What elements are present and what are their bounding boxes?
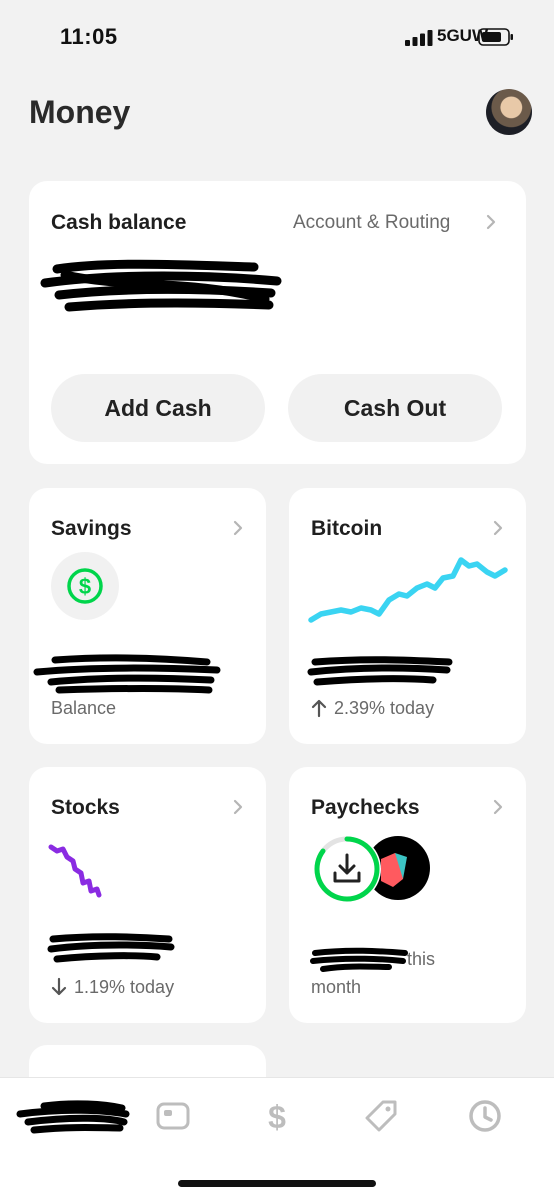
redacted-paychecks-scribble	[310, 947, 408, 972]
redacted-savings-scribble	[33, 654, 221, 694]
signal-icon	[405, 30, 433, 46]
paychecks-card[interactable]: Paychecks this month	[289, 767, 526, 1023]
bitcoin-sparkline	[308, 557, 508, 623]
paychecks-caption-month: month	[311, 977, 362, 997]
card-icon[interactable]	[155, 1098, 191, 1134]
status-time: 11:05	[60, 24, 118, 49]
chevron-right-icon	[233, 520, 243, 536]
stocks-title: Stocks	[51, 796, 120, 819]
stocks-card[interactable]: Stocks 1.19% today	[29, 767, 266, 1023]
avatar[interactable]	[486, 89, 532, 135]
chevron-right-icon	[486, 214, 496, 230]
cash-balance-card[interactable]: Cash balance Account & Routing Add Cash …	[29, 181, 526, 464]
bitcoin-title: Bitcoin	[311, 517, 383, 540]
stocks-change: 1.19% today	[74, 977, 175, 997]
savings-card[interactable]: Savings $ Balance	[29, 488, 266, 744]
redacted-stocks-scribble	[47, 933, 175, 963]
savings-dollar-icon: $	[51, 552, 119, 620]
account-routing-link[interactable]: Account & Routing	[293, 212, 450, 234]
redacted-balance-scribble	[40, 259, 282, 312]
stocks-sparkline	[48, 844, 102, 898]
cash-out-button[interactable]: Cash Out	[288, 374, 502, 442]
svg-text:$: $	[79, 574, 91, 599]
paychecks-caption-this: this	[407, 949, 436, 969]
arrow-up-icon	[311, 699, 327, 718]
chevron-right-icon	[493, 520, 503, 536]
bitcoin-card[interactable]: Bitcoin 2.39% today	[289, 488, 526, 744]
paychecks-title: Paychecks	[311, 796, 420, 819]
clock-icon[interactable]	[467, 1098, 503, 1134]
paycheck-download-icon	[313, 835, 381, 903]
dollar-icon[interactable]: $	[259, 1098, 295, 1134]
redacted-bitcoin-scribble	[307, 656, 453, 686]
arrow-down-icon	[51, 977, 67, 996]
status-bar: 11:05 5GUW	[0, 0, 554, 70]
svg-text:$: $	[268, 1099, 286, 1134]
bitcoin-change: 2.39% today	[334, 698, 435, 718]
tag-icon[interactable]	[363, 1098, 399, 1134]
page-title: Money	[29, 94, 131, 130]
savings-title: Savings	[51, 517, 132, 540]
savings-caption: Balance	[51, 698, 117, 718]
battery-icon	[478, 28, 513, 46]
chevron-right-icon	[233, 799, 243, 815]
home-indicator	[178, 1180, 376, 1187]
home-icon[interactable]	[14, 1100, 130, 1134]
chevron-right-icon	[493, 799, 503, 815]
cash-balance-title: Cash balance	[51, 211, 187, 234]
add-cash-button[interactable]: Add Cash	[51, 374, 265, 442]
